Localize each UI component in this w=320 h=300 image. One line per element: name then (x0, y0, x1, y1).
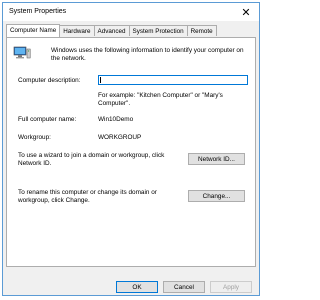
full-computer-name-value: Win10Demo (98, 116, 134, 123)
title-bar: System Properties ✕ (3, 3, 259, 21)
tab-system-protection[interactable]: System Protection (128, 25, 188, 36)
workgroup-label: Workgroup: (18, 134, 51, 141)
apply-button[interactable]: Apply (210, 281, 252, 293)
description-hint: For example: "Kitchen Computer" or "Mary… (98, 92, 223, 107)
network-id-instructions: To use a wizard to join a domain or work… (18, 152, 165, 167)
full-computer-name-label: Full computer name: (18, 116, 77, 123)
close-button[interactable]: ✕ (233, 3, 259, 21)
close-icon: ✕ (241, 6, 251, 19)
window-title: System Properties (9, 8, 67, 15)
network-id-button[interactable]: Network ID... (188, 153, 245, 165)
change-instructions: To rename this computer or change its do… (18, 189, 157, 204)
system-properties-window: System Properties ✕ Computer Name Hardwa… (2, 2, 260, 296)
tab-strip: Computer Name Hardware Advanced System P… (6, 24, 217, 37)
cancel-button[interactable]: Cancel (163, 281, 205, 293)
tab-hardware[interactable]: Hardware (59, 25, 95, 36)
tab-advanced[interactable]: Advanced (93, 25, 130, 36)
intro-text: Windows uses the following information t… (51, 47, 244, 62)
workgroup-value: WORKGROUP (98, 134, 142, 141)
tab-computer-name[interactable]: Computer Name (6, 24, 61, 37)
text-caret (100, 77, 101, 83)
tab-remote[interactable]: Remote (186, 25, 217, 36)
change-button[interactable]: Change... (188, 190, 245, 202)
ok-button[interactable]: OK (116, 281, 158, 293)
computer-icon (13, 46, 31, 59)
computer-name-panel: Windows uses the following information t… (6, 37, 256, 267)
computer-description-label: Computer description: (18, 77, 81, 84)
computer-description-input[interactable] (98, 75, 248, 85)
